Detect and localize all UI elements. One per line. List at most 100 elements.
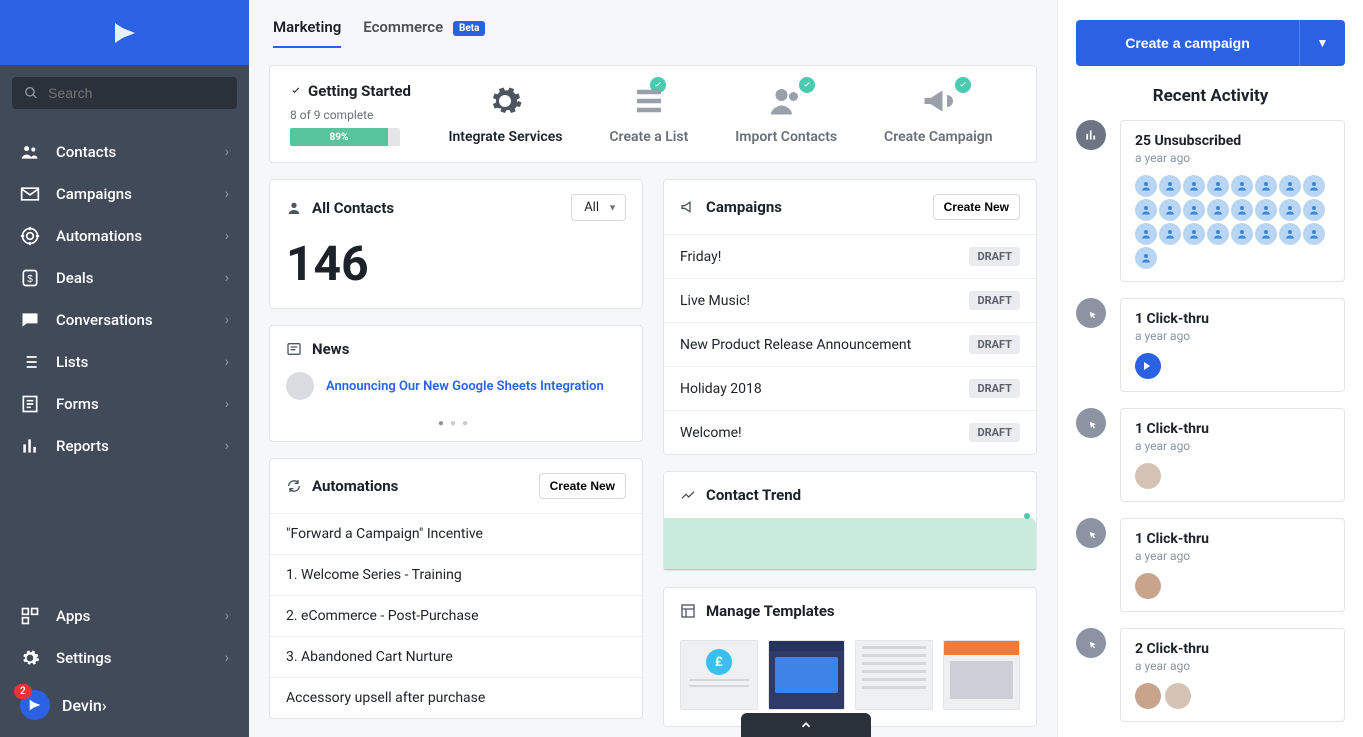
step-label: Create a List [609,129,688,145]
step-label: Import Contacts [735,129,837,145]
nav-label: Settings [56,649,225,667]
tab-label: Ecommerce [363,18,443,36]
nav-label: Deals [56,269,225,287]
activity-time: a year ago [1135,549,1330,563]
nav-reports[interactable]: Reports › [0,425,249,467]
contacts-filter[interactable]: All [571,194,626,221]
template-thumbnail[interactable] [768,640,846,710]
list-item[interactable]: 1. Welcome Series - Training [270,554,642,595]
refresh-icon [286,478,302,494]
create-campaign-dropdown[interactable]: ▼ [1299,20,1345,66]
logo-icon [110,18,140,48]
nav-label: Automations [56,227,225,245]
avatar [1207,199,1229,221]
avatar [1135,175,1157,197]
nav-campaigns[interactable]: Campaigns › [0,173,249,215]
panel-title: All Contacts [312,199,394,217]
step-create-campaign[interactable]: Create Campaign [884,83,992,145]
activity-time: a year ago [1135,329,1330,343]
nav-contacts[interactable]: Contacts › [0,131,249,173]
avatar [1231,199,1253,221]
news-link[interactable]: Announcing Our New Google Sheets Integra… [326,379,604,394]
nav-lists[interactable]: Lists › [0,341,249,383]
contacts-panel: All Contacts All 146 [269,179,643,309]
search-icon [24,85,38,101]
list-item[interactable]: "Forward a Campaign" Incentive [270,513,642,554]
avatar [1165,683,1191,709]
gear-icon [20,648,40,668]
list-item[interactable]: 3. Abandoned Cart Nurture [270,636,642,677]
list-item[interactable]: Welcome!DRAFT [664,410,1036,454]
search-field[interactable] [48,85,225,101]
user-name: Devin [62,696,102,715]
trend-chart [664,518,1036,570]
megaphone-icon [920,83,956,119]
avatar [1303,175,1325,197]
drawer-toggle[interactable] [741,713,871,737]
step-create-list[interactable]: Create a List [609,83,688,145]
avatar [1135,573,1161,599]
list-item[interactable]: 2. eCommerce - Post-Purchase [270,595,642,636]
author-avatar [286,372,314,400]
avatar [1279,175,1301,197]
target-icon [20,226,40,246]
getting-started-card: Getting Started 8 of 9 complete 89% Inte… [269,65,1037,163]
activity-title: 1 Click-thru [1135,421,1330,437]
news-icon [286,341,302,357]
user-menu[interactable]: 2 Devin › [0,679,249,731]
template-thumbnail[interactable]: £ [680,640,758,710]
sidebar: Contacts › Campaigns › Automations › $ D… [0,0,249,737]
status-badge: DRAFT [969,291,1020,310]
getting-started-progress-text: 8 of 9 complete [290,108,425,122]
step-integrate-services[interactable]: Integrate Services [448,83,562,145]
avatar [1207,175,1229,197]
contact-trend-panel: Contact Trend [663,471,1037,571]
template-icon [680,603,696,619]
nav-label: Campaigns [56,185,225,203]
chevron-right-icon: › [225,228,229,244]
avatar [1135,223,1157,245]
chevron-right-icon: › [225,186,229,202]
activity-title: 1 Click-thru [1135,531,1330,547]
create-campaign-button[interactable]: Create New [933,194,1020,220]
nav-conversations[interactable]: Conversations › [0,299,249,341]
list-item[interactable]: New Product Release AnnouncementDRAFT [664,322,1036,366]
nav-deals[interactable]: $ Deals › [0,257,249,299]
avatar [1255,175,1277,197]
nav-label: Reports [56,437,225,455]
logo[interactable] [0,0,249,65]
list-item[interactable]: Accessory upsell after purchase [270,677,642,718]
activity-item: 1 Click-thru a year ago [1076,518,1345,612]
svg-text:$: $ [27,274,33,285]
avatar [1135,199,1157,221]
chevron-right-icon: › [225,650,229,666]
tab-ecommerce[interactable]: Ecommerce Beta [363,18,485,48]
list-item[interactable]: Live Music!DRAFT [664,278,1036,322]
create-campaign-button[interactable]: Create a campaign [1076,20,1299,66]
apps-icon [20,606,40,626]
search-input[interactable] [12,77,237,109]
avatar [1183,223,1205,245]
nav-settings[interactable]: Settings › [0,637,249,679]
list-item[interactable]: Friday!DRAFT [664,234,1036,278]
nav-automations[interactable]: Automations › [0,215,249,257]
nav-apps[interactable]: Apps › [0,595,249,637]
progress-fill: 89% [290,128,388,146]
panel-title: Automations [312,477,398,495]
avatar [1303,199,1325,221]
click-icon [1076,628,1106,658]
avatar [1255,223,1277,245]
template-thumbnail[interactable] [943,640,1021,710]
chevron-right-icon: › [225,270,229,286]
step-import-contacts[interactable]: Import Contacts [735,83,837,145]
activity-title: 1 Click-thru [1135,311,1330,327]
list-item[interactable]: Holiday 2018DRAFT [664,366,1036,410]
tab-marketing[interactable]: Marketing [273,18,341,48]
lines-icon [631,83,667,119]
template-thumbnail[interactable] [855,640,933,710]
carousel-dots[interactable]: ●●● [270,418,642,441]
create-automation-button[interactable]: Create New [539,473,626,499]
panel-title: Contact Trend [706,486,801,504]
chevron-right-icon: › [225,608,229,624]
nav-forms[interactable]: Forms › [0,383,249,425]
